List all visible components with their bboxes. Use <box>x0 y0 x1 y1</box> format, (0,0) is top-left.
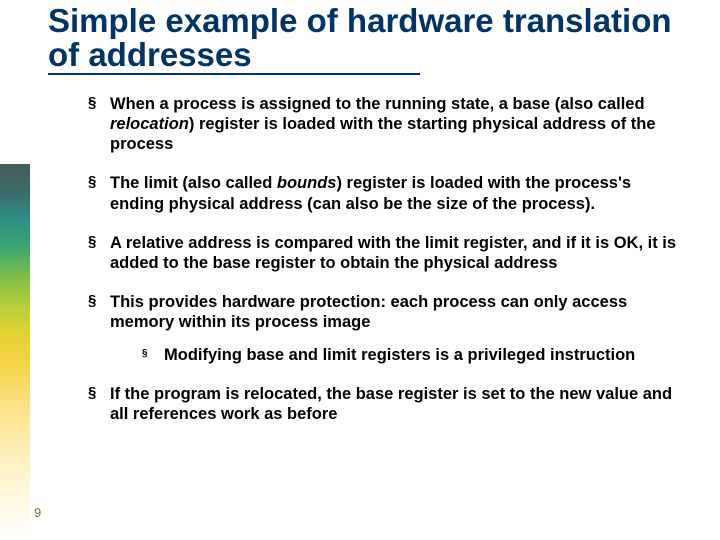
slide-body: When a process is assigned to the runnin… <box>88 94 680 425</box>
bullet-1-emph: relocation <box>110 115 189 133</box>
bullet-5: If the program is relocated, the base re… <box>88 384 680 424</box>
slide-container: Simple example of hardware translation o… <box>0 0 720 540</box>
bullet-4: This provides hardware protection: each … <box>88 292 680 332</box>
bullet-4a: Modifying base and limit registers is a … <box>142 345 680 365</box>
bullet-2: The limit (also called bounds) register … <box>88 173 680 213</box>
bullet-2-pre: The limit (also called <box>110 174 277 192</box>
bullet-3: A relative address is compared with the … <box>88 233 680 273</box>
bullet-1-pre: When a process is assigned to the runnin… <box>110 95 645 113</box>
bullet-1: When a process is assigned to the runnin… <box>88 94 680 154</box>
title-underline <box>48 73 420 75</box>
slide-title: Simple example of hardware translation o… <box>48 4 688 71</box>
page-number: 9 <box>34 505 41 520</box>
bullet-2-emph: bounds <box>277 174 337 192</box>
bullet-1-post: ) register is loaded with the starting p… <box>110 115 656 153</box>
